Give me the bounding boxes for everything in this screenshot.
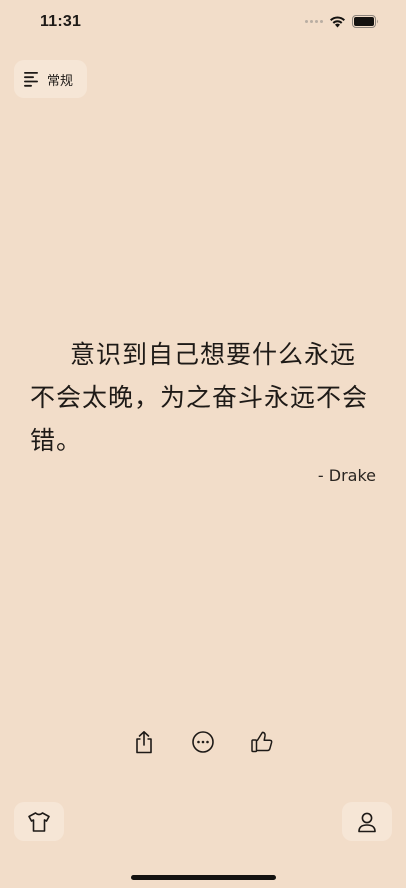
quote-block: 意识到自己想要什么永远不会太晚，为之奋斗永远不会错。 — [30, 333, 378, 462]
menu-lines-icon — [24, 72, 38, 87]
tshirt-icon — [28, 811, 50, 832]
like-button[interactable] — [248, 728, 276, 756]
share-icon — [136, 731, 152, 754]
wifi-icon — [330, 15, 345, 27]
home-indicator — [131, 875, 276, 880]
quote-author: - Drake — [317, 466, 376, 485]
action-bar — [0, 728, 406, 758]
person-icon — [358, 812, 376, 832]
category-button[interactable]: 常规 — [14, 60, 87, 98]
battery-icon — [352, 15, 378, 28]
quote-text: 意识到自己想要什么永远不会太晚，为之奋斗永远不会错。 — [30, 340, 369, 455]
status-time: 11:31 — [40, 13, 82, 30]
cellular-signal-icon — [305, 20, 323, 23]
share-button[interactable] — [130, 728, 158, 756]
profile-button[interactable] — [342, 802, 392, 841]
thumbs-up-icon — [251, 731, 273, 753]
more-button[interactable] — [189, 728, 217, 756]
more-dots-icon — [192, 731, 214, 753]
status-icons — [305, 15, 379, 28]
status-bar: 11:31 — [0, 0, 406, 44]
category-label: 常规 — [47, 73, 74, 89]
theme-button[interactable] — [14, 802, 64, 841]
